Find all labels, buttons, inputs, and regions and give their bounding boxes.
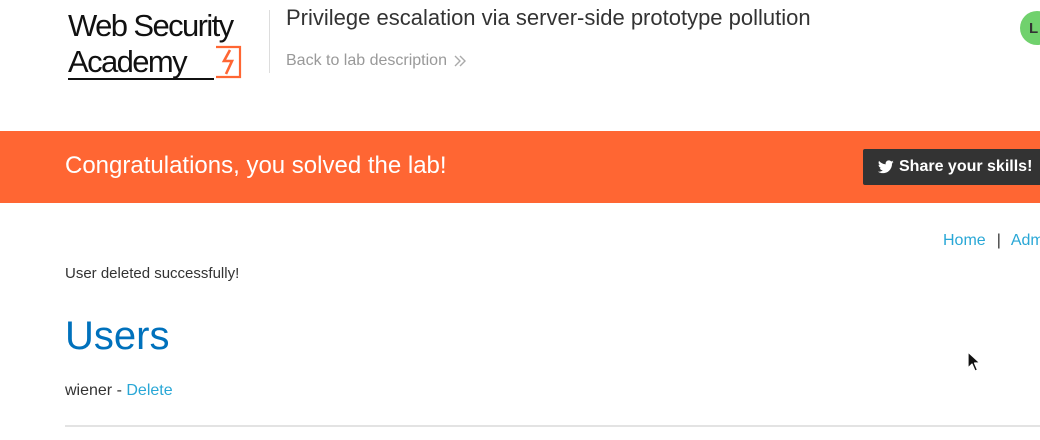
nav-home-link[interactable]: Home — [943, 232, 986, 249]
nav-separator: | — [996, 232, 1001, 249]
logo-line-1: Web Security — [68, 8, 234, 43]
user-avatar[interactable]: L — [1020, 11, 1040, 45]
solved-message: Congratulations, you solved the lab! — [65, 152, 447, 179]
logo-bolt-icon — [216, 45, 242, 79]
username: wiener — [65, 382, 113, 399]
logo-line-2: Academy — [68, 44, 188, 79]
back-to-lab-link[interactable]: Back to lab description — [286, 52, 467, 70]
nav-admin-link[interactable]: Admin — [1011, 232, 1040, 249]
user-row-separator: - — [116, 382, 122, 399]
back-link-label: Back to lab description — [286, 52, 447, 69]
page: Web Security Academy Privilege escalatio… — [0, 0, 1040, 440]
section-divider — [65, 425, 1040, 427]
header-divider — [269, 10, 270, 73]
academy-logo[interactable]: Web Security Academy — [68, 8, 268, 82]
status-message: User deleted successfully! — [65, 265, 240, 282]
user-list-item: wiener - Delete — [65, 382, 173, 400]
double-chevron-right-icon — [454, 55, 466, 67]
share-skills-label: Share your skills! — [899, 158, 1033, 175]
lab-title: Privilege escalation via server-side pro… — [286, 5, 811, 30]
share-skills-button[interactable]: Share your skills! — [863, 149, 1040, 185]
logo-underline — [68, 78, 214, 80]
solved-banner: Congratulations, you solved the lab! Sha… — [0, 131, 1040, 203]
top-nav: Home | Admin — [943, 232, 1040, 250]
mouse-pointer-icon — [967, 351, 981, 372]
twitter-icon — [878, 160, 894, 174]
page-title: Users — [65, 314, 170, 358]
delete-user-link[interactable]: Delete — [126, 382, 172, 399]
